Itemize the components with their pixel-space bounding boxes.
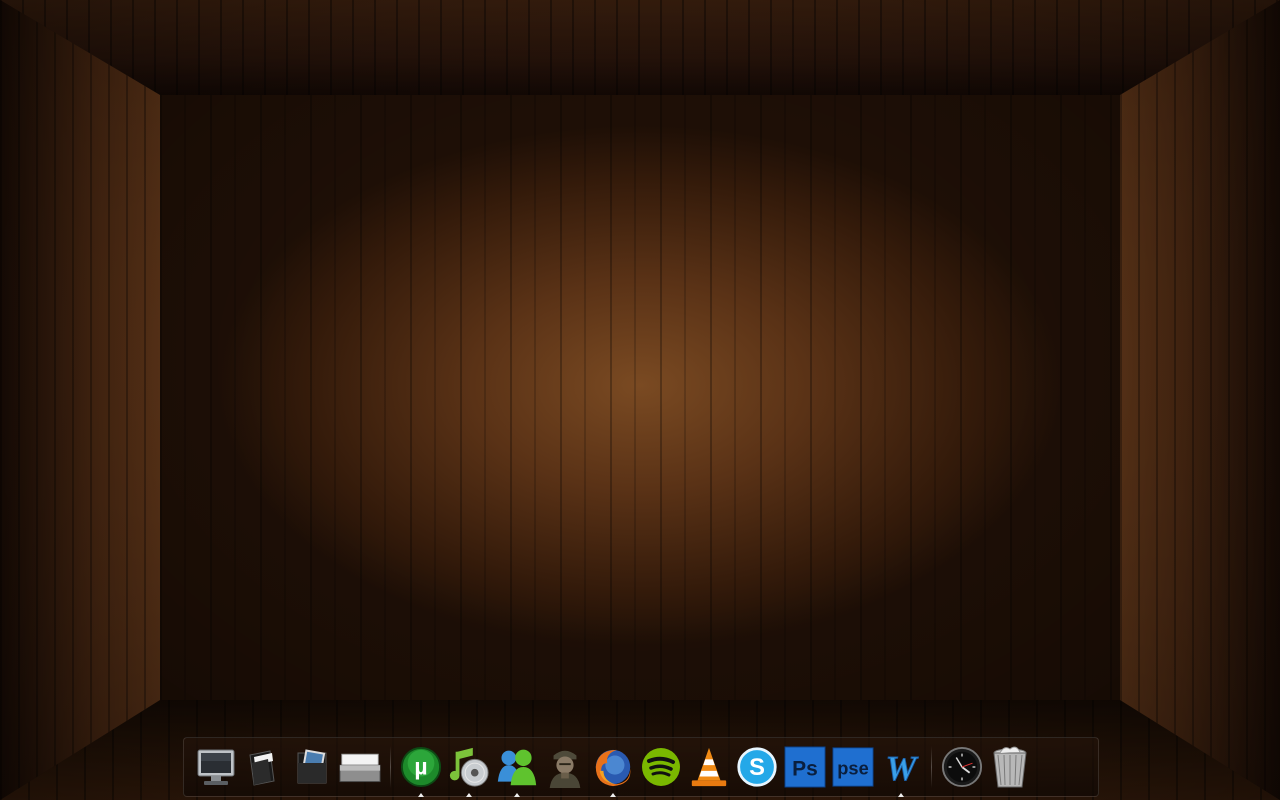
- itunes-icon: [448, 746, 490, 788]
- dock-item-photoshop-elements[interactable]: pse: [831, 743, 875, 791]
- mail-icon: [339, 746, 381, 788]
- skype-icon: S: [736, 746, 778, 788]
- documents-folder-icon: [243, 746, 285, 788]
- dock-item-photoshop[interactable]: Ps: [783, 743, 827, 791]
- utorrent-icon: µ: [400, 746, 442, 788]
- pictures-folder-icon: [291, 746, 333, 788]
- utorrent-glyph: µ: [414, 754, 427, 780]
- dock-apps-group: µ S Ps pse W: [399, 743, 923, 797]
- wallpaper-back-wall: [160, 95, 1120, 700]
- running-indicator: [418, 793, 424, 797]
- dock-item-firefox[interactable]: [591, 743, 635, 797]
- running-indicator: [898, 793, 904, 797]
- wallpaper-ceiling: [0, 0, 1280, 95]
- clock-icon: [941, 746, 983, 788]
- photoshop-elements-icon: pse: [832, 746, 874, 788]
- messenger-icon: [496, 746, 538, 788]
- dock-item-spotify[interactable]: [639, 743, 683, 791]
- dock-separator: [390, 746, 391, 788]
- trash-icon: [989, 746, 1031, 788]
- dock-item-word[interactable]: W: [879, 743, 923, 797]
- dock-item-computer[interactable]: [194, 743, 238, 791]
- dock-utility-group: [940, 743, 1032, 791]
- skype-glyph: S: [749, 755, 765, 781]
- dock-item-itunes[interactable]: [447, 743, 491, 797]
- dock-item-mail[interactable]: [338, 743, 382, 791]
- dock-item-documents[interactable]: [242, 743, 286, 791]
- word-icon: W: [880, 746, 922, 788]
- computer-icon: [195, 746, 237, 788]
- word-glyph: W: [886, 749, 919, 788]
- dock-item-trash[interactable]: [988, 743, 1032, 791]
- dock-item-utorrent[interactable]: µ: [399, 743, 443, 797]
- dock-system-group: [194, 743, 382, 791]
- photoshop-elements-glyph: pse: [837, 757, 868, 778]
- dock-item-vlc[interactable]: [687, 743, 731, 791]
- dock-item-messenger[interactable]: [495, 743, 539, 797]
- dock-item-skype[interactable]: S: [735, 743, 779, 791]
- dock-item-game[interactable]: [543, 743, 587, 791]
- wallpaper-left-wall: [0, 0, 160, 800]
- photoshop-glyph: Ps: [792, 758, 818, 781]
- dock: µ S Ps pse W: [183, 737, 1099, 797]
- game-soldier-icon: [544, 746, 586, 788]
- dock-separator: [931, 746, 932, 788]
- firefox-icon: [592, 746, 634, 788]
- running-indicator: [514, 793, 520, 797]
- running-indicator: [466, 793, 472, 797]
- running-indicator: [610, 793, 616, 797]
- dock-item-clock[interactable]: [940, 743, 984, 791]
- photoshop-icon: Ps: [784, 746, 826, 788]
- dock-item-pictures[interactable]: [290, 743, 334, 791]
- wallpaper-right-wall: [1120, 0, 1280, 800]
- spotify-icon: [640, 746, 682, 788]
- desktop-wallpaper: [0, 0, 1280, 800]
- vlc-icon: [688, 746, 730, 788]
